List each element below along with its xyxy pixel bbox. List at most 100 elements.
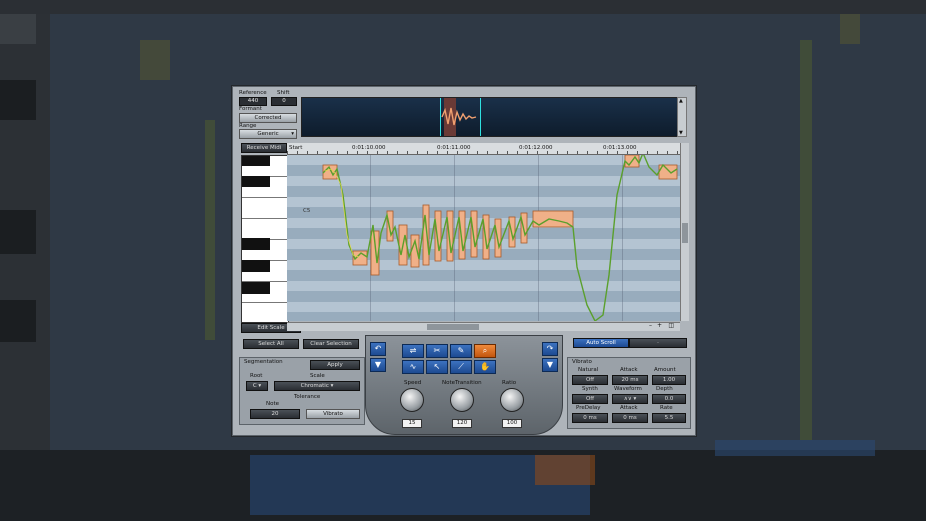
note-tool-icon: ⟋: [458, 362, 464, 371]
scissors-tool[interactable]: ✂: [426, 344, 448, 358]
triangle-down-icon: ▼: [374, 360, 382, 369]
black-key[interactable]: [242, 176, 270, 187]
editor-horizontal-scrollbar[interactable]: – + ◫: [287, 322, 680, 331]
synth-label: Synth: [582, 386, 598, 392]
overview-scrollbar[interactable]: ▲ ▼: [677, 97, 687, 137]
attack2-label: Attack: [620, 405, 638, 411]
root-label: Root: [250, 373, 263, 379]
zoom-out-icon[interactable]: –: [649, 322, 652, 329]
tolerance-label: Tolerance: [294, 394, 321, 400]
pitch-editor[interactable]: C5: [287, 155, 680, 321]
segmentation-title: Segmentation: [244, 359, 283, 365]
redo-button[interactable]: ↷: [542, 342, 558, 356]
vibrato-panel: Vibrato Natural Attack Amount Off 20 ms …: [567, 357, 691, 429]
curve-tool[interactable]: ∿: [402, 360, 424, 374]
synth-toggle[interactable]: Off: [572, 394, 608, 404]
triangle-down-icon: ▼: [546, 360, 554, 369]
line-tool-icon: ⇌: [409, 346, 417, 355]
speed-value[interactable]: 15: [402, 419, 422, 428]
arrow-tool[interactable]: ↖: [426, 360, 448, 374]
chevron-down-icon: ▾: [330, 383, 334, 389]
pitch-curve-layer: [322, 155, 678, 321]
zoom-fit-icon[interactable]: ◫: [668, 322, 674, 329]
undo-icon: ↶: [374, 344, 382, 353]
waveform-overview[interactable]: [301, 97, 679, 137]
note-transition-knob[interactable]: [450, 388, 474, 412]
scroll-up-icon[interactable]: ▲: [679, 98, 683, 104]
pencil-tool[interactable]: ✎: [450, 344, 472, 358]
waveform-select[interactable]: ∧∨ ▾: [612, 394, 648, 404]
scale-select[interactable]: Chromatic ▾: [274, 381, 360, 391]
time-ruler[interactable]: Start 0:01:10.000 0:01:11.000 0:01:12.00…: [287, 143, 680, 155]
note-tool[interactable]: ⟋: [450, 360, 472, 374]
attack-field[interactable]: 20 ms: [612, 375, 648, 385]
piano-keyboard[interactable]: [241, 155, 289, 323]
rate-field[interactable]: 5.5: [652, 413, 686, 423]
receive-midi-button[interactable]: Receive Midi: [241, 143, 287, 153]
chevron-down-icon: ▾: [258, 383, 262, 389]
natural-label: Natural: [578, 367, 599, 373]
zoom-tool[interactable]: ⌕: [474, 344, 496, 358]
range-value: Generic: [257, 131, 279, 137]
menu-button-right[interactable]: ▼: [542, 358, 558, 372]
segmentation-panel: Segmentation Apply Root C ▾ Scale Chroma…: [239, 357, 365, 425]
horizontal-scroll-thumb[interactable]: [427, 324, 479, 330]
shift-label: Shift: [277, 90, 290, 96]
amount-field[interactable]: 1.00: [652, 375, 686, 385]
root-value: C: [252, 383, 257, 389]
attack2-field[interactable]: 0 ms: [612, 413, 648, 423]
scroll-down-icon[interactable]: ▼: [679, 130, 683, 136]
range-select[interactable]: Generic ▾: [239, 129, 297, 139]
line-tool[interactable]: ⇌: [402, 344, 424, 358]
wave-icon: ∧∨: [623, 396, 632, 402]
note-tolerance-field[interactable]: 20: [250, 409, 300, 419]
scissors-icon: ✂: [433, 346, 441, 355]
hand-tool[interactable]: ✋: [474, 360, 496, 374]
editor-vertical-scrollbar[interactable]: [680, 143, 689, 321]
attack-label: Attack: [620, 367, 638, 373]
black-key[interactable]: [242, 282, 270, 294]
overview-waveform: [441, 107, 477, 126]
depth-label: Depth: [656, 386, 673, 392]
note-transition-label: NoteTransition: [442, 380, 482, 386]
natural-toggle[interactable]: Off: [572, 375, 608, 385]
menu-button[interactable]: ▼: [370, 358, 386, 372]
select-all-button[interactable]: Select All: [243, 339, 299, 349]
speed-label: Speed: [404, 380, 422, 386]
black-key[interactable]: [242, 156, 270, 166]
shift-field[interactable]: 0: [271, 97, 297, 106]
pencil-icon: ✎: [457, 346, 465, 355]
ratio-knob[interactable]: [500, 388, 524, 412]
apply-button[interactable]: Apply: [310, 360, 360, 370]
predelay-field[interactable]: 0 ms: [572, 413, 608, 423]
chevron-down-icon: ▾: [291, 131, 294, 137]
arrow-icon: ↖: [433, 362, 441, 371]
root-select[interactable]: C ▾: [246, 381, 268, 391]
note-transition-value[interactable]: 120: [452, 419, 472, 428]
ratio-label: Ratio: [502, 380, 517, 386]
chevron-down-icon: ▾: [633, 396, 637, 402]
curve-tool-icon: ∿: [409, 362, 417, 371]
auto-scroll-button[interactable]: Auto Scroll: [573, 338, 629, 348]
formant-button[interactable]: Corrected: [239, 113, 297, 123]
speed-knob[interactable]: [400, 388, 424, 412]
note-label: Note: [266, 401, 280, 407]
depth-field[interactable]: 0.0: [652, 394, 686, 404]
formant-label: Formant: [239, 106, 262, 112]
hand-icon: ✋: [480, 362, 490, 371]
zoom-in-icon[interactable]: +: [657, 322, 662, 329]
undo-button[interactable]: ↶: [370, 342, 386, 356]
ratio-value[interactable]: 100: [502, 419, 522, 428]
vertical-scroll-thumb[interactable]: [682, 223, 688, 243]
black-key[interactable]: [242, 260, 270, 272]
vibrato-tolerance-button[interactable]: Vibrato: [306, 409, 360, 419]
reference-field[interactable]: 440: [239, 97, 267, 106]
slider-handle-icon: ·: [657, 340, 659, 346]
vibrato-title: Vibrato: [572, 359, 592, 365]
clear-selection-button[interactable]: Clear Selection: [303, 339, 359, 349]
magnifier-icon: ⌕: [482, 346, 488, 355]
auto-scroll-slider[interactable]: ·: [629, 338, 687, 348]
black-key[interactable]: [242, 238, 270, 250]
predelay-label: PreDelay: [576, 405, 601, 411]
scale-value: Chromatic: [300, 383, 329, 389]
